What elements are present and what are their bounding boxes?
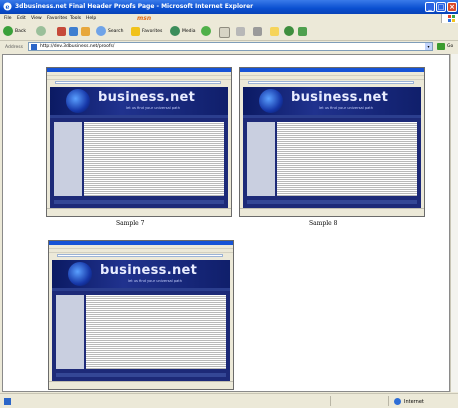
windows-logo [441,14,458,23]
thumbnail-text-block [86,295,226,369]
close-button[interactable]: × [447,2,457,12]
thumbnail-banner: business.net let us find your universal … [243,87,421,115]
favorites-star-icon[interactable] [131,27,140,36]
status-bar: Internet [0,393,458,408]
messenger-icon[interactable] [284,26,294,36]
maximize-button[interactable]: □ [436,2,446,12]
vertical-scrollbar[interactable] [450,54,458,392]
thumbnail-statusbar [47,208,231,216]
thumbnail-toolbar [47,76,231,80]
thumbnail-slogan: let us find your universal path [128,279,182,283]
page-icon [31,44,37,50]
svg-text:e: e [5,4,9,11]
thumbnail-sidebar [56,295,84,369]
thumbnail-text-block [84,122,224,196]
thumbnail-caption: Sample 7 [116,220,145,227]
research-icon[interactable] [298,27,307,36]
favorites-label[interactable]: Favorites [142,29,162,34]
go-label[interactable]: Go [447,44,453,49]
thumbnail-page [50,118,228,208]
thumbnail-brand: business.net [98,90,196,105]
discuss-icon[interactable] [270,27,279,36]
home-icon[interactable] [81,27,90,36]
menu-file[interactable]: File [4,16,12,21]
refresh-icon[interactable] [69,27,78,36]
edit-icon[interactable] [253,27,262,36]
minimize-button[interactable]: _ [425,2,435,12]
thumbnail-page [52,291,230,381]
thumbnail-brand: business.net [291,90,389,105]
status-divider [388,396,389,406]
forward-arrow-icon[interactable] [36,26,46,36]
internet-explorer-icon: e [3,2,12,11]
globe-logo-icon [68,262,92,286]
thumbnail-addressbar [57,254,223,257]
proof-thumbnail[interactable]: business.net let us find your universal … [48,240,234,390]
back-arrow-icon[interactable] [3,26,13,36]
media-label[interactable]: Media [182,29,196,34]
mail-icon[interactable] [219,27,230,38]
address-bar: Address http://dev.3dbusiness.net/proofs… [0,41,458,53]
thumbnail-toolbar [49,249,233,253]
done-page-icon [4,398,11,405]
thumbnail-banner: business.net let us find your universal … [50,87,228,115]
menu-tools[interactable]: Tools [70,16,81,21]
thumbnail-footer [54,200,224,204]
back-label[interactable]: Back [15,29,26,34]
msn-logo[interactable]: msn [137,15,151,22]
history-icon[interactable] [201,26,211,36]
menu-edit[interactable]: Edit [17,16,26,21]
thumbnail-toolbar [240,76,424,80]
search-label[interactable]: Search [108,29,123,34]
address-label: Address [5,45,23,50]
thumbnail-page [243,118,421,208]
address-url[interactable]: http://dev.3dbusiness.net/proofs/ [40,44,114,49]
globe-logo-icon [259,89,283,113]
page-content: business.net let us find your universal … [2,54,450,392]
thumbnail-banner: business.net let us find your universal … [52,260,230,288]
thumbnail-slogan: let us find your universal path [126,106,180,110]
browser-window: e 3dbusiness.net Final Header Proofs Pag… [0,0,458,408]
thumbnail-caption: Sample 8 [309,220,338,227]
thumbnail-addressbar [55,81,221,84]
security-zone-label: Internet [404,399,424,405]
thumbnail-sidebar [247,122,275,196]
thumbnail-addressbar [248,81,414,84]
media-icon[interactable] [170,26,180,36]
search-icon[interactable] [96,26,106,36]
proof-thumbnail[interactable]: business.net let us find your universal … [239,67,425,217]
standard-toolbar: Back Search Favorites Media [0,23,458,41]
menu-help[interactable]: Help [86,16,96,21]
stop-icon[interactable] [57,27,66,36]
thumbnail-slogan: let us find your universal path [319,106,373,110]
menu-bar: File Edit View Favorites Tools Help msn [0,14,458,23]
thumbnail-statusbar [240,208,424,216]
thumbnail-sidebar [54,122,82,196]
chevron-down-icon[interactable]: ▾ [425,43,432,50]
title-bar: e 3dbusiness.net Final Header Proofs Pag… [0,0,458,14]
window-title: 3dbusiness.net Final Header Proofs Page … [15,3,254,10]
globe-logo-icon [66,89,90,113]
menu-favorites[interactable]: Favorites [47,16,67,21]
thumbnail-brand: business.net [100,263,198,278]
thumbnail-footer [247,200,417,204]
thumbnail-text-block [277,122,417,196]
address-input[interactable]: http://dev.3dbusiness.net/proofs/ ▾ [28,42,433,51]
thumbnail-statusbar [49,381,233,389]
proof-thumbnail[interactable]: business.net let us find your universal … [46,67,232,217]
menu-view[interactable]: View [31,16,42,21]
status-divider [330,396,331,406]
internet-zone-icon [394,398,401,405]
thumbnail-footer [56,373,226,377]
print-icon[interactable] [236,27,245,36]
go-arrow-icon[interactable] [437,43,445,50]
